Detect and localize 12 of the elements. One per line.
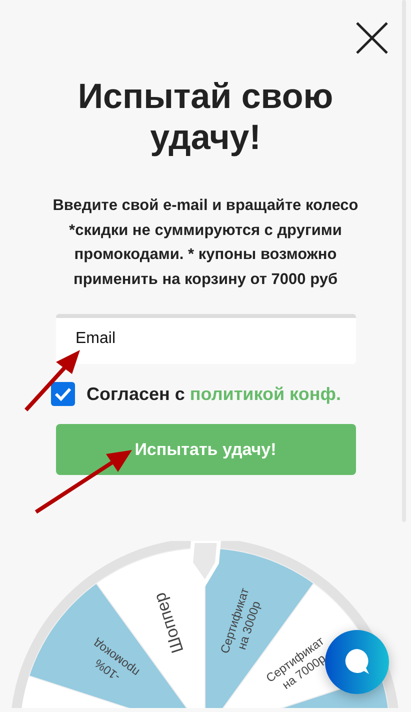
annotation-arrow <box>24 350 80 412</box>
description: Введите свой e-mail и вращайте колесо *скидки не суммируются с другими промокодами. * купоны возможно применить на корзину от 7000 руб <box>52 196 360 290</box>
popup-title: Испытай свою удачу! <box>76 76 334 158</box>
close-icon[interactable] <box>355 21 389 55</box>
checkmark-icon <box>54 387 72 401</box>
consent-text: Согласен с политикой конф. <box>86 384 341 404</box>
consent-checkbox[interactable] <box>50 382 74 406</box>
prize-label: Шоппер <box>150 590 188 656</box>
chat-bubble-icon <box>344 648 370 676</box>
email-field[interactable]: Email <box>56 314 356 364</box>
privacy-link[interactable]: политикой конф. <box>190 384 341 404</box>
try-luck-button[interactable]: Испытать удачу! <box>56 424 356 475</box>
